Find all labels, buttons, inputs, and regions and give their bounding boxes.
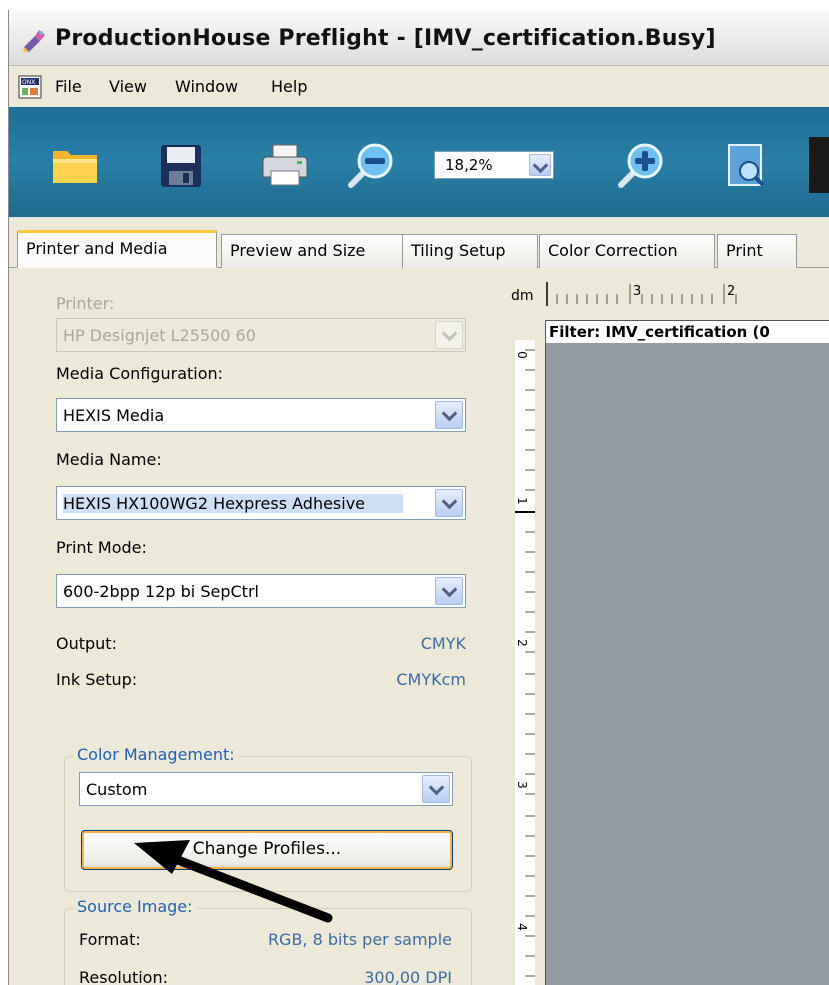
- media-name-label: Media Name:: [56, 450, 162, 469]
- format-value: RGB, 8 bits per sample: [267, 930, 452, 949]
- resolution-value: 300,00 DPI: [364, 968, 452, 985]
- left-ruler[interactable]: [515, 340, 535, 985]
- format-label: Format:: [79, 930, 141, 949]
- left-ruler-label-3: 3: [514, 781, 529, 789]
- tab-bar: Printer and Media Preview and Size Tilin…: [9, 220, 829, 268]
- filter-title-bar: Filter: IMV_certification (0: [546, 321, 829, 343]
- zoom-out-icon[interactable]: [343, 141, 399, 191]
- printer-value: HP Designjet L25500 60: [63, 326, 256, 345]
- preview-area: dm 3 2 0 1 2 3 4 Filter: IMV_certificati…: [492, 268, 829, 985]
- media-configuration-select[interactable]: HEXIS Media: [56, 398, 466, 432]
- tab-color-correction[interactable]: Color Correction: [539, 234, 715, 268]
- tab-preview-and-size[interactable]: Preview and Size: [221, 234, 405, 268]
- menu-help[interactable]: Help: [271, 77, 307, 96]
- app-logo-icon: [23, 30, 45, 52]
- svg-text:ONX: ONX: [22, 79, 35, 86]
- app-window: ProductionHouse Preflight - [IMV_certifi…: [0, 0, 829, 985]
- window-frame: ProductionHouse Preflight - [IMV_certifi…: [8, 10, 829, 985]
- menu-bar: ONX File View Window Help: [9, 67, 829, 107]
- change-profiles-button[interactable]: Change Profiles...: [81, 830, 453, 870]
- media-configuration-dropdown-arrow[interactable]: [435, 401, 463, 429]
- preview-document-icon[interactable]: [719, 141, 775, 191]
- media-configuration-label: Media Configuration:: [56, 364, 224, 383]
- preview-canvas[interactable]: Filter: IMV_certification (0: [545, 320, 829, 985]
- media-configuration-value: HEXIS Media: [63, 406, 165, 425]
- tab-printer-and-media[interactable]: Printer and Media: [17, 230, 217, 268]
- color-management-title: Color Management:: [73, 745, 239, 764]
- zoom-dropdown-arrow[interactable]: [529, 154, 551, 176]
- media-name-select[interactable]: HEXIS HX100WG2 Hexpress Adhesive: [56, 486, 466, 520]
- left-ruler-label-2: 2: [514, 639, 529, 647]
- window-title: ProductionHouse Preflight - [IMV_certifi…: [55, 26, 716, 51]
- color-management-dropdown-arrow[interactable]: [422, 775, 450, 803]
- zoom-level-combo[interactable]: 18,2%: [434, 151, 554, 179]
- top-ruler[interactable]: [492, 268, 829, 308]
- print-mode-select[interactable]: 600-2bpp 12p bi SepCtrl: [56, 574, 466, 608]
- color-management-value: Custom: [86, 780, 148, 799]
- print-icon[interactable]: [257, 141, 313, 191]
- menu-file[interactable]: File: [55, 77, 82, 96]
- document-menu-icon[interactable]: ONX: [18, 75, 42, 99]
- top-ruler-label-3: 3: [633, 284, 642, 299]
- zoom-field[interactable]: 18,2%: [434, 151, 554, 179]
- zoom-in-icon[interactable]: [613, 141, 669, 191]
- menu-view[interactable]: View: [109, 77, 147, 96]
- color-management-select[interactable]: Custom: [79, 772, 453, 806]
- open-folder-icon[interactable]: [47, 141, 103, 191]
- media-name-value: HEXIS HX100WG2 Hexpress Adhesive: [63, 494, 403, 513]
- output-value: CMYK: [420, 634, 466, 653]
- ink-setup-label: Ink Setup:: [56, 670, 138, 689]
- output-label: Output:: [56, 634, 117, 653]
- toolbar-partial-button[interactable]: [809, 137, 829, 193]
- ink-setup-value: CMYKcm: [396, 670, 466, 689]
- left-ruler-label-4: 4: [514, 923, 529, 931]
- printer-select: HP Designjet L25500 60: [56, 318, 466, 352]
- printer-label: Printer:: [56, 294, 115, 313]
- left-ruler-label-0: 0: [514, 351, 529, 359]
- source-image-title: Source Image:: [73, 897, 197, 916]
- zoom-value: 18,2%: [445, 156, 493, 174]
- print-mode-value: 600-2bpp 12p bi SepCtrl: [63, 582, 259, 601]
- print-mode-dropdown-arrow[interactable]: [435, 577, 463, 605]
- left-ruler-label-1: 1: [514, 497, 529, 505]
- top-ruler-label-2: 2: [727, 284, 736, 299]
- printer-and-media-panel: Printer: HP Designjet L25500 60 Media Co…: [9, 268, 492, 985]
- print-mode-label: Print Mode:: [56, 538, 147, 557]
- tab-tiling-setup[interactable]: Tiling Setup: [402, 234, 538, 268]
- media-name-dropdown-arrow[interactable]: [435, 489, 463, 517]
- menu-window[interactable]: Window: [175, 77, 238, 96]
- resolution-label: Resolution:: [79, 968, 168, 985]
- toolbar: 18,2%: [9, 107, 829, 219]
- printer-dropdown-arrow: [435, 321, 463, 349]
- tab-print[interactable]: Print: [717, 234, 797, 268]
- title-bar[interactable]: ProductionHouse Preflight - [IMV_certifi…: [9, 10, 829, 66]
- save-disk-icon[interactable]: [153, 141, 209, 191]
